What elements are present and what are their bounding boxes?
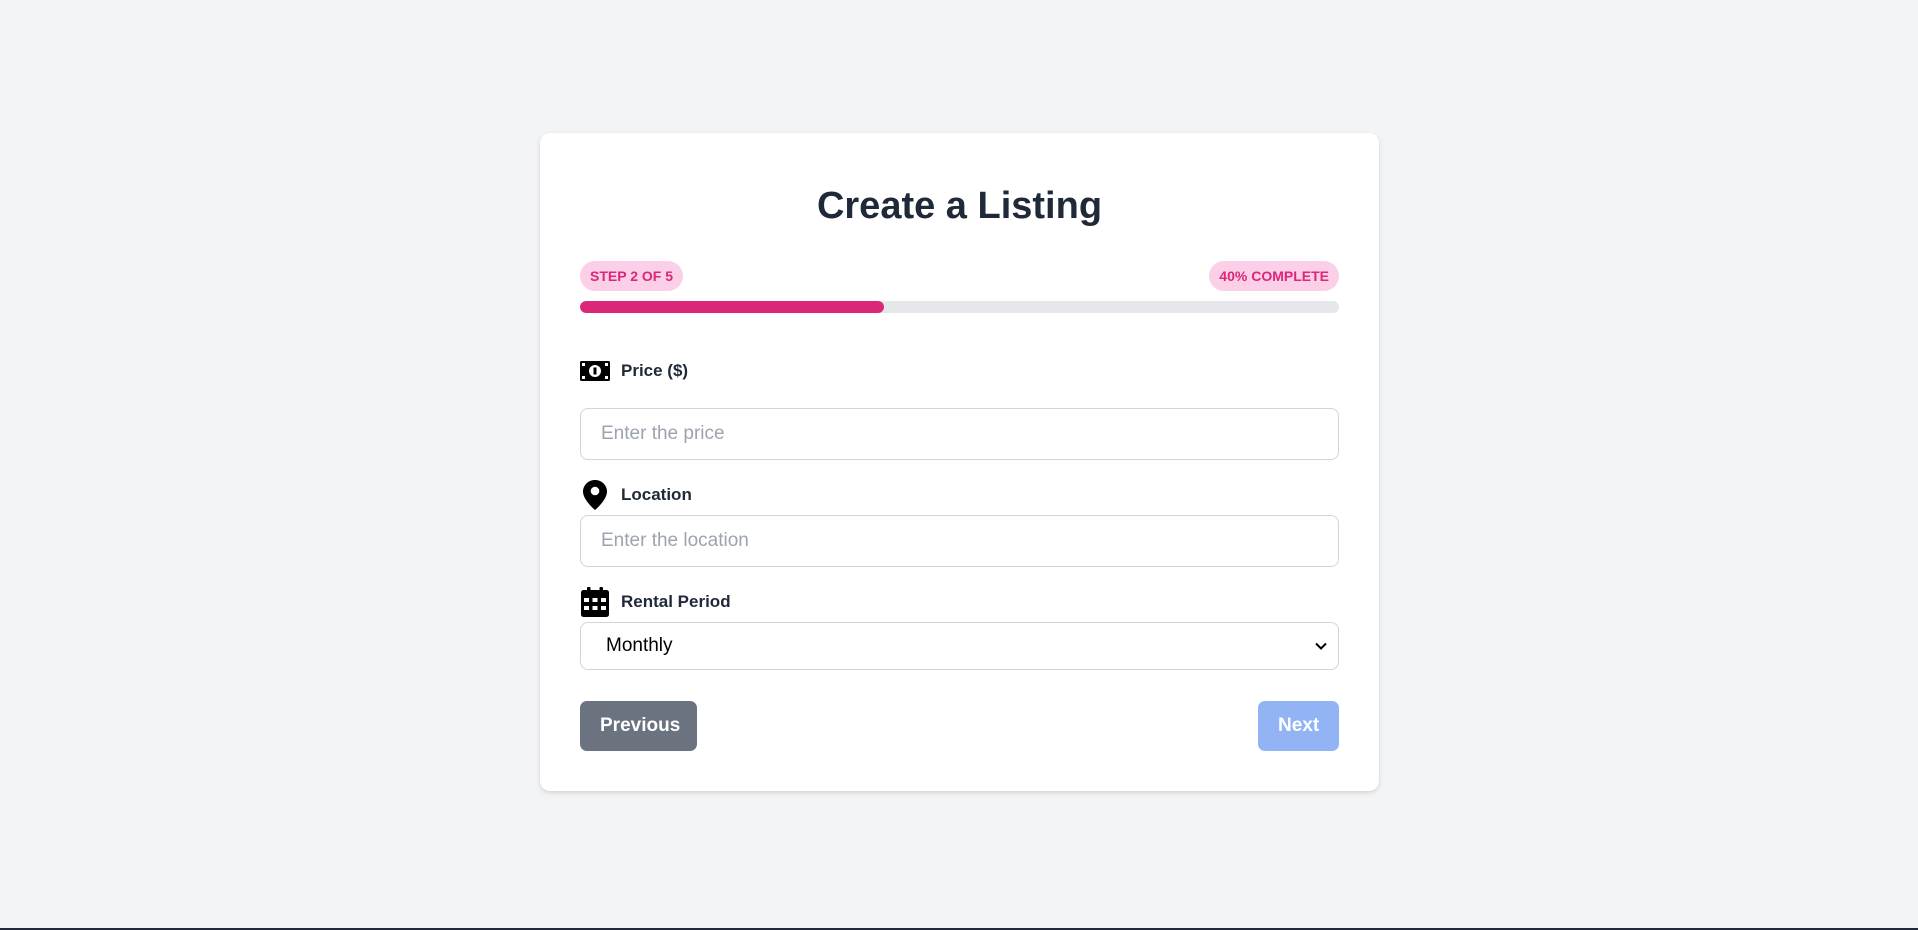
page-title: Create a Listing — [816, 185, 1103, 227]
location-input[interactable] — [580, 515, 1339, 567]
page: Create a Listing STEP 2 OF 5 40% COMPLET… — [0, 0, 1918, 930]
location-label: Location — [580, 479, 1339, 511]
rental-period-label-text: Rental Period — [621, 592, 731, 611]
price-input[interactable] — [580, 408, 1339, 460]
calendar-icon — [580, 587, 610, 617]
money-bill-icon — [580, 356, 610, 386]
nav-buttons: Previous Next — [580, 701, 1339, 751]
complete-badge: 40% COMPLETE — [1209, 261, 1339, 291]
progress-bar — [580, 301, 1339, 313]
previous-button[interactable]: Previous — [580, 701, 697, 751]
progress-header: STEP 2 OF 5 40% COMPLETE — [580, 261, 1339, 291]
rental-period-selected: Monthly — [606, 635, 673, 656]
rental-period-select[interactable]: Monthly — [580, 622, 1339, 670]
map-pin-icon — [580, 480, 610, 510]
price-label-text: Price ($) — [621, 361, 689, 380]
progress-bar-fill — [580, 301, 884, 313]
next-button[interactable]: Next — [1258, 701, 1339, 751]
listing-form-card: Create a Listing STEP 2 OF 5 40% COMPLET… — [540, 133, 1379, 791]
price-label: Price ($) — [580, 355, 1339, 387]
rental-period-label: Rental Period — [580, 586, 1339, 618]
step-badge: STEP 2 OF 5 — [580, 261, 683, 291]
chevron-down-icon — [1315, 642, 1327, 650]
location-label-text: Location — [621, 485, 692, 504]
